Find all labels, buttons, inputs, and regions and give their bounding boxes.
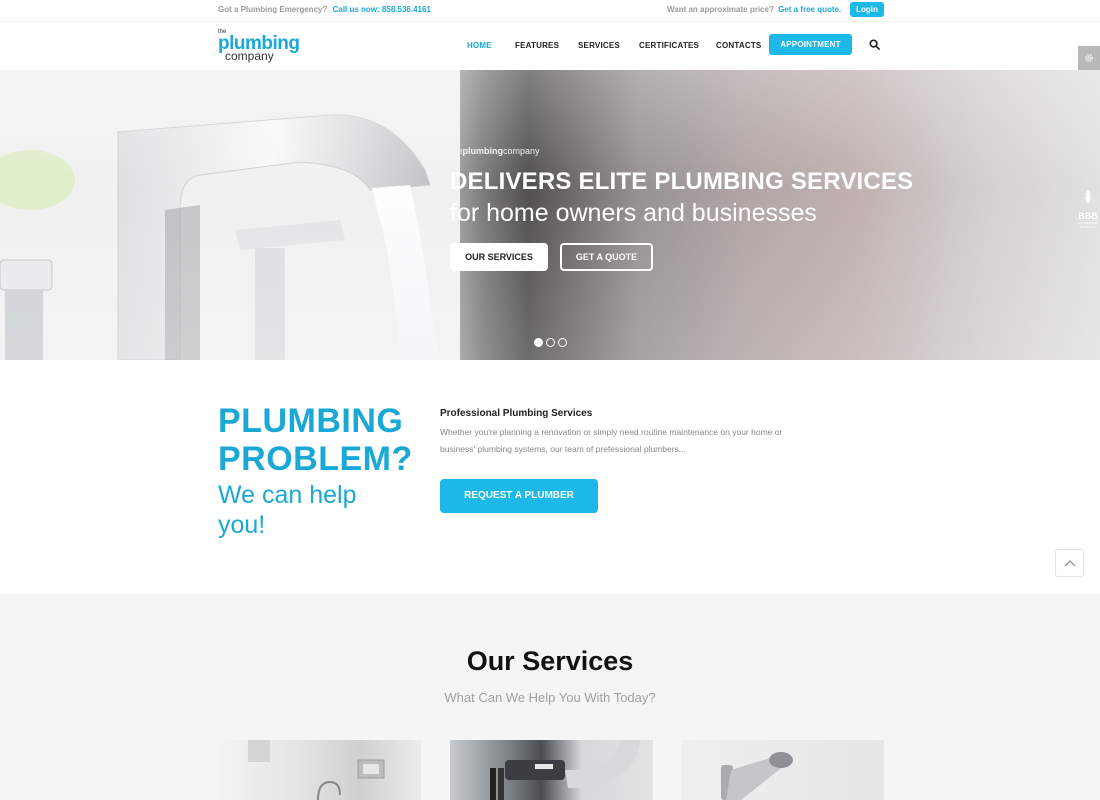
- bbb-title: BBB: [1078, 211, 1098, 221]
- request-plumber-button[interactable]: REQUEST A PLUMBER: [440, 479, 598, 513]
- services-intro-title: Professional Plumbing Services: [440, 408, 593, 419]
- problem-subheading: We can help you!: [218, 481, 357, 539]
- logo[interactable]: the plumbing company: [218, 29, 300, 62]
- settings-panel-toggle[interactable]: [1078, 46, 1100, 70]
- slider-dot-1[interactable]: [534, 338, 543, 347]
- bbb-sub2: BUSINESS: [1080, 225, 1096, 229]
- price-text: Want an approximate price?: [667, 5, 774, 14]
- free-quote-link[interactable]: Get a free quote.: [778, 5, 841, 14]
- nav-certificates[interactable]: CERTIFICATES: [639, 41, 699, 50]
- services-intro-text: Whether you're planning a renovation or …: [440, 427, 783, 454]
- bbb-badge[interactable]: BBB ACCREDITED BUSINESS: [1076, 190, 1100, 229]
- login-button[interactable]: Login: [850, 2, 884, 17]
- scroll-to-top-button[interactable]: [1055, 549, 1084, 577]
- nav-home[interactable]: HOME: [467, 41, 492, 50]
- bbb-torch-icon: [1085, 190, 1091, 203]
- nav-services[interactable]: SERVICES: [578, 41, 620, 50]
- chrome-faucet-image: [721, 752, 793, 800]
- hero-brand-company: company: [503, 146, 540, 156]
- hero-slider: theplumbingcompany DELIVERS ELITE PLUMBI…: [0, 70, 1100, 360]
- nav-features[interactable]: FEATURES: [515, 41, 559, 50]
- service-card-kitchen[interactable]: [218, 740, 421, 800]
- top-bar: Got a Plumbing Emergency? Call us now: 8…: [0, 0, 1100, 22]
- hero-brand-plumbing: plumbing: [462, 146, 504, 156]
- appointment-button[interactable]: APPOINTMENT: [769, 34, 852, 55]
- emergency-text: Got a Plumbing Emergency?: [218, 5, 328, 14]
- industrial-pipes-image: [490, 740, 640, 800]
- main-header: the plumbing company HOME FEATURES SERVI…: [0, 22, 1100, 70]
- hero-brand-the: the: [450, 146, 463, 156]
- services-title: Our Services: [466, 646, 634, 676]
- hero-brand: theplumbingcompany: [450, 146, 540, 156]
- call-link[interactable]: Call us now: 858.536.4161: [333, 5, 431, 14]
- hero-subtitle: for home owners and businesses: [450, 199, 817, 227]
- emergency-info: Got a Plumbing Emergency? Call us now: 8…: [218, 5, 431, 14]
- search-icon[interactable]: [869, 39, 880, 50]
- gear-icon: [1084, 53, 1094, 63]
- chevron-up-icon: [1064, 560, 1075, 567]
- our-services-section: Our Services What Can We Help You With T…: [0, 594, 1100, 800]
- services-subtitle: What Can We Help You With Today?: [444, 690, 656, 705]
- our-services-button[interactable]: OUR SERVICES: [450, 243, 548, 271]
- service-card-faucet[interactable]: [681, 740, 884, 800]
- price-info: Want an approximate price? Get a free qu…: [667, 5, 841, 14]
- kitchen-image: [248, 740, 385, 800]
- hero-title: DELIVERS ELITE PLUMBING SERVICES: [450, 168, 914, 195]
- service-card-industrial[interactable]: [450, 740, 653, 800]
- slider-dots: [534, 338, 567, 347]
- get-quote-button[interactable]: GET A QUOTE: [560, 243, 653, 271]
- plumbing-problem-section: PLUMBING PROBLEM? We can help you! Profe…: [0, 360, 1100, 594]
- problem-heading: PLUMBING PROBLEM?: [218, 402, 413, 478]
- slider-dot-2[interactable]: [546, 338, 555, 347]
- slider-dot-3[interactable]: [558, 338, 567, 347]
- nav-contacts[interactable]: CONTACTS: [716, 41, 761, 50]
